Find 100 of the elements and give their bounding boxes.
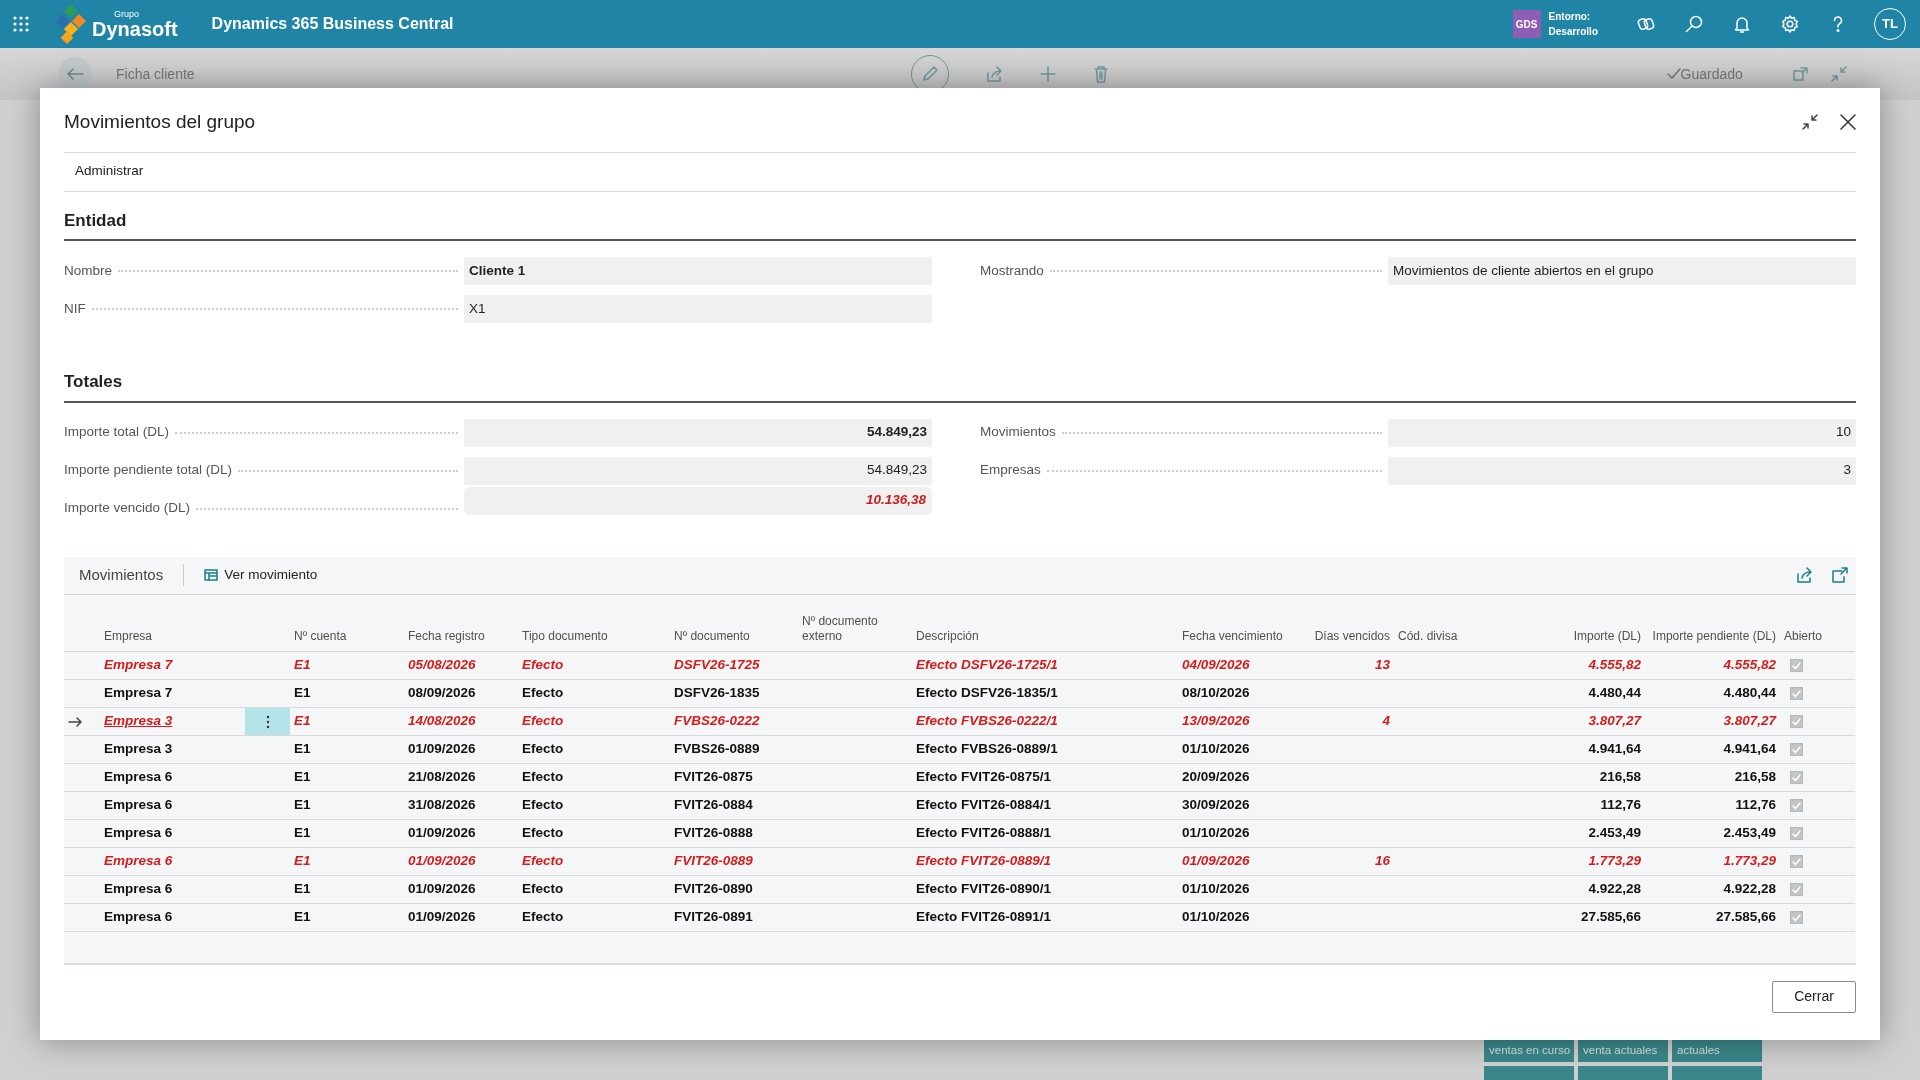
trash-icon[interactable] bbox=[1092, 65, 1109, 83]
plus-icon[interactable] bbox=[1038, 65, 1057, 83]
table-cell: FVIT26-0889 bbox=[670, 847, 798, 876]
checkbox[interactable] bbox=[1790, 771, 1803, 785]
expand-icon[interactable] bbox=[1832, 567, 1848, 583]
check-icon bbox=[1792, 913, 1801, 922]
tile[interactable] bbox=[1578, 1066, 1668, 1080]
field-value: 3 bbox=[1388, 456, 1856, 485]
table-cell: 4.941,64 bbox=[1500, 735, 1645, 764]
table-row[interactable]: Empresa 3 E1 14/08/2026 Efecto FVBS26-0222 Efecto FVBS26-0222/1 13/09/2026 4 3.807,27 3.807,27 bbox=[64, 707, 1855, 736]
checkbox[interactable] bbox=[1790, 799, 1803, 813]
column-header[interactable]: Tipo documento bbox=[518, 594, 670, 652]
table-cell: Efecto bbox=[518, 763, 670, 792]
company-link[interactable]: Empresa 3 bbox=[104, 713, 173, 729]
checkbox[interactable] bbox=[1790, 659, 1803, 673]
table-cell: 2.453,49 bbox=[1500, 819, 1645, 848]
page-title: Ficha cliente bbox=[116, 64, 195, 84]
table-row[interactable]: Empresa 6 E1 01/09/2026 Efecto FVIT26-0890 Efecto FVIT26-0890/1 01/10/2026 4.922,28 4.922,28 bbox=[64, 875, 1855, 904]
check-icon bbox=[1792, 801, 1801, 810]
column-header[interactable]: Nº documento bbox=[670, 594, 798, 652]
back-button[interactable] bbox=[58, 57, 92, 91]
checkbox[interactable] bbox=[1790, 743, 1803, 757]
column-header[interactable]: Cód. divisa bbox=[1394, 594, 1500, 652]
table-cell: Efecto FVBS26-0222/1 bbox=[912, 707, 1178, 736]
field-label: Importe pendiente total (DL) bbox=[64, 461, 233, 480]
table-row[interactable]: Empresa 7 E1 05/08/2026 Efecto DSFV26-1725 Efecto DSFV26-1725/1 04/09/2026 13 4.555,82 4.555,82 bbox=[64, 651, 1855, 680]
checkbox[interactable] bbox=[1790, 883, 1803, 897]
field-label: Importe total (DL) bbox=[64, 423, 170, 442]
table-cell: 01/09/2026 bbox=[1178, 847, 1298, 876]
table-cell: 01/09/2026 bbox=[404, 847, 518, 876]
column-header[interactable]: Nº documento externo bbox=[798, 594, 912, 652]
checkbox[interactable] bbox=[1790, 827, 1803, 841]
environment-name: Desarrollo bbox=[1548, 25, 1598, 39]
table-row[interactable]: Empresa 6 E1 01/09/2026 Efecto FVIT26-0888 Efecto FVIT26-0888/1 01/10/2026 2.453,49 2.453,49 bbox=[64, 819, 1855, 848]
table-cell: DSFV26-1725 bbox=[670, 651, 798, 680]
back-arrow-icon bbox=[66, 67, 84, 81]
table-cell: 01/10/2026 bbox=[1178, 875, 1298, 904]
settings-icon[interactable] bbox=[1780, 14, 1800, 34]
table-row[interactable]: Empresa 6 E1 21/08/2026 Efecto FVIT26-0875 Efecto FVIT26-0875/1 20/09/2026 216,58 216,58 bbox=[64, 763, 1855, 792]
column-header[interactable]: Fecha registro bbox=[404, 594, 518, 652]
action-tab[interactable]: Administrar bbox=[75, 161, 144, 182]
check-icon bbox=[1666, 68, 1681, 80]
column-header[interactable]: Descripción bbox=[912, 594, 1178, 652]
column-header[interactable]: Importe pendiente (DL) bbox=[1645, 594, 1780, 652]
table-cell: E1 bbox=[290, 903, 404, 932]
table-cell: 216,58 bbox=[1500, 763, 1645, 792]
close-button[interactable]: Cerrar bbox=[1772, 980, 1856, 1013]
table-cell: 27.585,66 bbox=[1645, 903, 1780, 932]
column-header[interactable]: Importe (DL) bbox=[1500, 594, 1645, 652]
table-cell: 3.807,27 bbox=[1500, 707, 1645, 736]
checkbox[interactable] bbox=[1790, 855, 1803, 869]
field-label: Nombre bbox=[64, 261, 112, 280]
table-cell: FVIT26-0888 bbox=[670, 819, 798, 848]
table-cell: 04/09/2026 bbox=[1178, 651, 1298, 680]
column-header[interactable]: Días vencidos bbox=[1298, 594, 1394, 652]
tile[interactable] bbox=[1484, 1066, 1574, 1080]
view-entry-button[interactable]: Ver movimiento bbox=[204, 564, 318, 586]
table-cell: Efecto bbox=[518, 707, 670, 736]
table-cell: 01/10/2026 bbox=[1178, 903, 1298, 932]
check-icon bbox=[1792, 773, 1801, 782]
check-icon bbox=[1792, 661, 1801, 670]
table-cell: 08/10/2026 bbox=[1178, 679, 1298, 708]
brand-subtitle: Grupo bbox=[114, 9, 140, 19]
table-cell: Efecto bbox=[518, 791, 670, 820]
table-cell: Empresa 6 bbox=[100, 847, 245, 876]
column-header[interactable]: Abierto bbox=[1780, 594, 1855, 652]
table-cell: 216,58 bbox=[1645, 763, 1780, 792]
share-icon[interactable] bbox=[1796, 567, 1812, 583]
collapse-icon[interactable] bbox=[1802, 114, 1818, 131]
table-cell: 13/09/2026 bbox=[1178, 707, 1298, 736]
open-in-new-window-icon[interactable] bbox=[1792, 67, 1809, 81]
table-cell: 20/09/2026 bbox=[1178, 763, 1298, 792]
tile[interactable] bbox=[1672, 1066, 1762, 1080]
table-cell: Efecto DSFV26-1725/1 bbox=[912, 651, 1178, 680]
table-cell: Empresa 6 bbox=[100, 819, 245, 848]
table-row[interactable]: Empresa 6 E1 31/08/2026 Efecto FVIT26-0884 Efecto FVIT26-0884/1 30/09/2026 112,76 112,76 bbox=[64, 791, 1855, 820]
table-cell: Efecto bbox=[518, 847, 670, 876]
table-row[interactable]: Empresa 3 E1 01/09/2026 Efecto FVBS26-0889 Efecto FVBS26-0889/1 01/10/2026 4.941,64 4.941,64 bbox=[64, 735, 1855, 764]
checkbox[interactable] bbox=[1790, 911, 1803, 925]
more-options-icon[interactable] bbox=[265, 714, 270, 729]
table-cell: 21/08/2026 bbox=[404, 763, 518, 792]
table-cell: Efecto bbox=[518, 679, 670, 708]
column-header[interactable]: Nº cuenta bbox=[290, 594, 404, 652]
close-icon[interactable] bbox=[1840, 114, 1856, 131]
table-row[interactable]: Empresa 7 E1 08/09/2026 Efecto DSFV26-1835 Efecto DSFV26-1835/1 08/10/2026 4.480,44 4.480,44 bbox=[64, 679, 1855, 708]
app-launcher-icon[interactable] bbox=[12, 15, 30, 33]
checkbox[interactable] bbox=[1790, 715, 1803, 729]
column-header[interactable]: Empresa bbox=[100, 594, 290, 652]
table-row[interactable]: Empresa 6 E1 01/09/2026 Efecto FVIT26-0889 Efecto FVIT26-0889/1 01/09/2026 16 1.773,29 1.773,29 bbox=[64, 847, 1855, 876]
table-cell: 1.773,29 bbox=[1645, 847, 1780, 876]
table-cell: DSFV26-1835 bbox=[670, 679, 798, 708]
checkbox[interactable] bbox=[1790, 687, 1803, 701]
table-cell: 112,76 bbox=[1645, 791, 1780, 820]
table-row[interactable]: Empresa 6 E1 01/09/2026 Efecto FVIT26-0891 Efecto FVIT26-0891/1 01/10/2026 27.585,66 27.585,66 bbox=[64, 903, 1855, 932]
column-header[interactable]: Fecha vencimiento bbox=[1178, 594, 1298, 652]
notification-bell-icon[interactable] bbox=[1732, 14, 1752, 34]
field-label: Movimientos bbox=[980, 423, 1056, 442]
share-icon[interactable] bbox=[984, 65, 1003, 83]
table-cell: Efecto bbox=[518, 875, 670, 904]
search-icon[interactable] bbox=[1684, 14, 1704, 34]
